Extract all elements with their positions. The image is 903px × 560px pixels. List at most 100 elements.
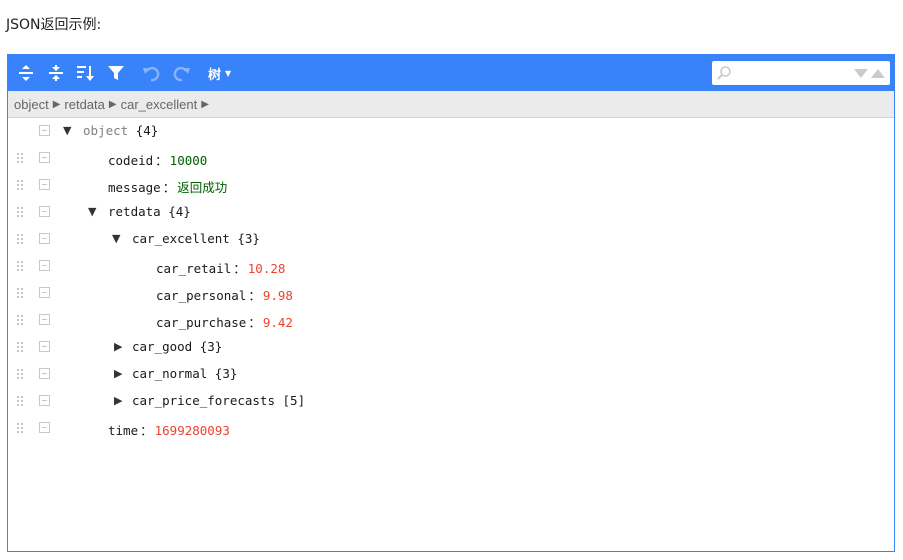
drag-handle-icon[interactable] bbox=[16, 287, 24, 299]
node-key[interactable]: car_purchase bbox=[156, 315, 246, 330]
tree-row-car-personal: car_personal： 9.98 bbox=[8, 280, 894, 307]
tree-row-car-good: ▶ car_good {3} bbox=[8, 334, 894, 361]
search-input[interactable] bbox=[736, 63, 850, 85]
breadcrumb: object ▶ retdata ▶ car_excellent ▶ bbox=[8, 91, 894, 118]
context-menu-icon[interactable] bbox=[39, 260, 50, 271]
mode-label: 树 bbox=[208, 67, 222, 83]
mode-select-button[interactable]: 树 ▼ bbox=[208, 61, 248, 85]
tree-row-car-excellent: ▼ car_excellent {3} bbox=[8, 226, 894, 253]
drag-handle-icon[interactable] bbox=[16, 179, 24, 191]
node-key[interactable]: time bbox=[108, 423, 138, 438]
node-separator: ： bbox=[140, 423, 153, 438]
node-key[interactable]: car_price_forecasts bbox=[132, 393, 275, 408]
breadcrumb-item-retdata[interactable]: retdata bbox=[64, 97, 104, 112]
drag-handle-icon[interactable] bbox=[16, 314, 24, 326]
node-key[interactable]: codeid bbox=[108, 153, 153, 168]
node-key[interactable]: car_personal bbox=[156, 288, 246, 303]
tree-row-message: message：返回成功 bbox=[8, 172, 894, 199]
context-menu-icon[interactable] bbox=[39, 341, 50, 352]
sort-icon bbox=[77, 66, 94, 81]
context-menu-icon[interactable] bbox=[39, 152, 50, 163]
expand-all-button[interactable] bbox=[14, 61, 38, 85]
breadcrumb-separator-icon[interactable]: ▶ bbox=[109, 99, 117, 110]
drag-handle-icon[interactable] bbox=[16, 395, 24, 407]
drag-handle-icon[interactable] bbox=[16, 206, 24, 218]
node-value[interactable]: 返回成功 bbox=[177, 180, 227, 195]
node-value[interactable]: 9.98 bbox=[263, 288, 293, 303]
node-key[interactable]: car_normal bbox=[132, 366, 207, 381]
context-menu-icon[interactable] bbox=[39, 125, 50, 136]
node-separator: ： bbox=[155, 153, 168, 168]
node-value[interactable]: 10000 bbox=[170, 153, 208, 168]
drag-handle-icon[interactable] bbox=[16, 152, 24, 164]
node-key[interactable]: car_retail bbox=[156, 261, 231, 276]
expand-triangle-icon[interactable]: ▶ bbox=[114, 367, 122, 380]
expand-triangle-icon[interactable]: ▶ bbox=[114, 340, 122, 353]
node-value[interactable]: 9.42 bbox=[263, 315, 293, 330]
drag-handle-icon[interactable] bbox=[16, 368, 24, 380]
node-count: {3} bbox=[237, 231, 260, 246]
context-menu-icon[interactable] bbox=[39, 422, 50, 433]
json-tree: ▼ object {4} codeid：10000 message：返回成功 bbox=[8, 118, 894, 442]
expand-all-icon bbox=[19, 65, 33, 81]
drag-handle-icon[interactable] bbox=[16, 260, 24, 272]
tree-row-car-retail: car_retail： 10.28 bbox=[8, 253, 894, 280]
node-key[interactable]: retdata bbox=[108, 204, 161, 219]
search-next-icon[interactable] bbox=[854, 69, 868, 78]
drag-handle-icon[interactable] bbox=[16, 341, 24, 353]
collapse-all-button[interactable] bbox=[44, 61, 68, 85]
context-menu-icon[interactable] bbox=[39, 314, 50, 325]
search-previous-icon[interactable] bbox=[871, 69, 885, 78]
context-menu-icon[interactable] bbox=[39, 287, 50, 298]
node-value[interactable]: 1699280093 bbox=[155, 423, 230, 438]
tree-row-retdata: ▼ retdata {4} bbox=[8, 199, 894, 226]
undo-button[interactable] bbox=[139, 61, 163, 85]
node-key[interactable]: car_good bbox=[132, 339, 192, 354]
node-separator: ： bbox=[248, 315, 261, 330]
context-menu-icon[interactable] bbox=[39, 395, 50, 406]
sort-button[interactable] bbox=[73, 61, 97, 85]
filter-button[interactable] bbox=[104, 61, 128, 85]
breadcrumb-separator-icon[interactable]: ▶ bbox=[201, 99, 209, 110]
redo-button[interactable] bbox=[170, 61, 194, 85]
node-count: [5] bbox=[282, 393, 306, 408]
context-menu-icon[interactable] bbox=[39, 233, 50, 244]
tree-row-car-price-forecasts: ▶ car_price_forecasts [5] bbox=[8, 388, 894, 415]
undo-icon bbox=[143, 66, 160, 82]
filter-icon bbox=[108, 66, 124, 80]
redo-icon bbox=[173, 66, 190, 82]
node-value[interactable]: 10.28 bbox=[248, 261, 286, 276]
drag-handle-icon[interactable] bbox=[16, 233, 24, 245]
context-menu-icon[interactable] bbox=[39, 368, 50, 379]
breadcrumb-item-car-excellent[interactable]: car_excellent bbox=[121, 97, 198, 112]
editor-menu: 树 ▼ bbox=[8, 55, 894, 91]
breadcrumb-item-object[interactable]: object bbox=[14, 97, 49, 112]
search-box bbox=[712, 61, 890, 85]
context-menu-icon[interactable] bbox=[39, 179, 50, 190]
node-separator: ： bbox=[233, 261, 246, 276]
caret-down-icon: ▼ bbox=[225, 68, 232, 78]
node-count: {3} bbox=[214, 366, 238, 381]
tree-row-car-purchase: car_purchase： 9.42 bbox=[8, 307, 894, 334]
expand-triangle-icon[interactable]: ▶ bbox=[114, 394, 122, 407]
tree-row-car-normal: ▶ car_normal {3} bbox=[8, 361, 894, 388]
node-key: object bbox=[83, 123, 129, 138]
context-menu-icon[interactable] bbox=[39, 206, 50, 217]
node-key[interactable]: message bbox=[108, 180, 161, 195]
node-separator: ： bbox=[248, 288, 261, 303]
node-count: {4} bbox=[135, 123, 159, 138]
node-separator: ： bbox=[162, 180, 176, 195]
breadcrumb-separator-icon[interactable]: ▶ bbox=[53, 99, 61, 110]
collapse-triangle-icon[interactable]: ▼ bbox=[63, 124, 71, 137]
collapse-triangle-icon[interactable]: ▼ bbox=[112, 232, 120, 245]
tree-row-root: ▼ object {4} bbox=[8, 118, 894, 145]
json-editor: 树 ▼ object ▶ retdata ▶ car_excellent ▶ ▼… bbox=[7, 54, 895, 552]
node-count: {3} bbox=[199, 339, 223, 354]
drag-handle-icon[interactable] bbox=[16, 422, 24, 434]
collapse-triangle-icon[interactable]: ▼ bbox=[88, 205, 96, 218]
collapse-all-icon bbox=[49, 65, 63, 81]
page-heading: JSON返回示例: bbox=[6, 17, 102, 33]
node-key[interactable]: car_excellent bbox=[132, 231, 230, 246]
tree-row-codeid: codeid： 10000 bbox=[8, 145, 894, 172]
tree-row-time: time： 1699280093 bbox=[8, 415, 894, 442]
